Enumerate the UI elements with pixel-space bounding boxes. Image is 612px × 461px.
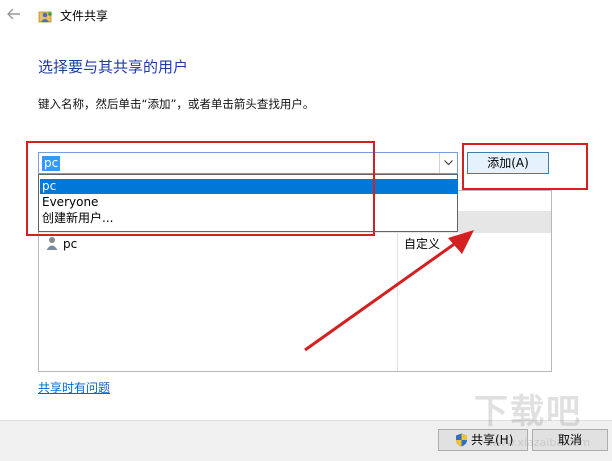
- watermark-url: www.xiazaiba.com: [488, 436, 591, 449]
- watermark-logo: 下载吧 www.xiazaiba.com: [474, 384, 610, 456]
- watermark-text: 下载吧: [474, 392, 582, 432]
